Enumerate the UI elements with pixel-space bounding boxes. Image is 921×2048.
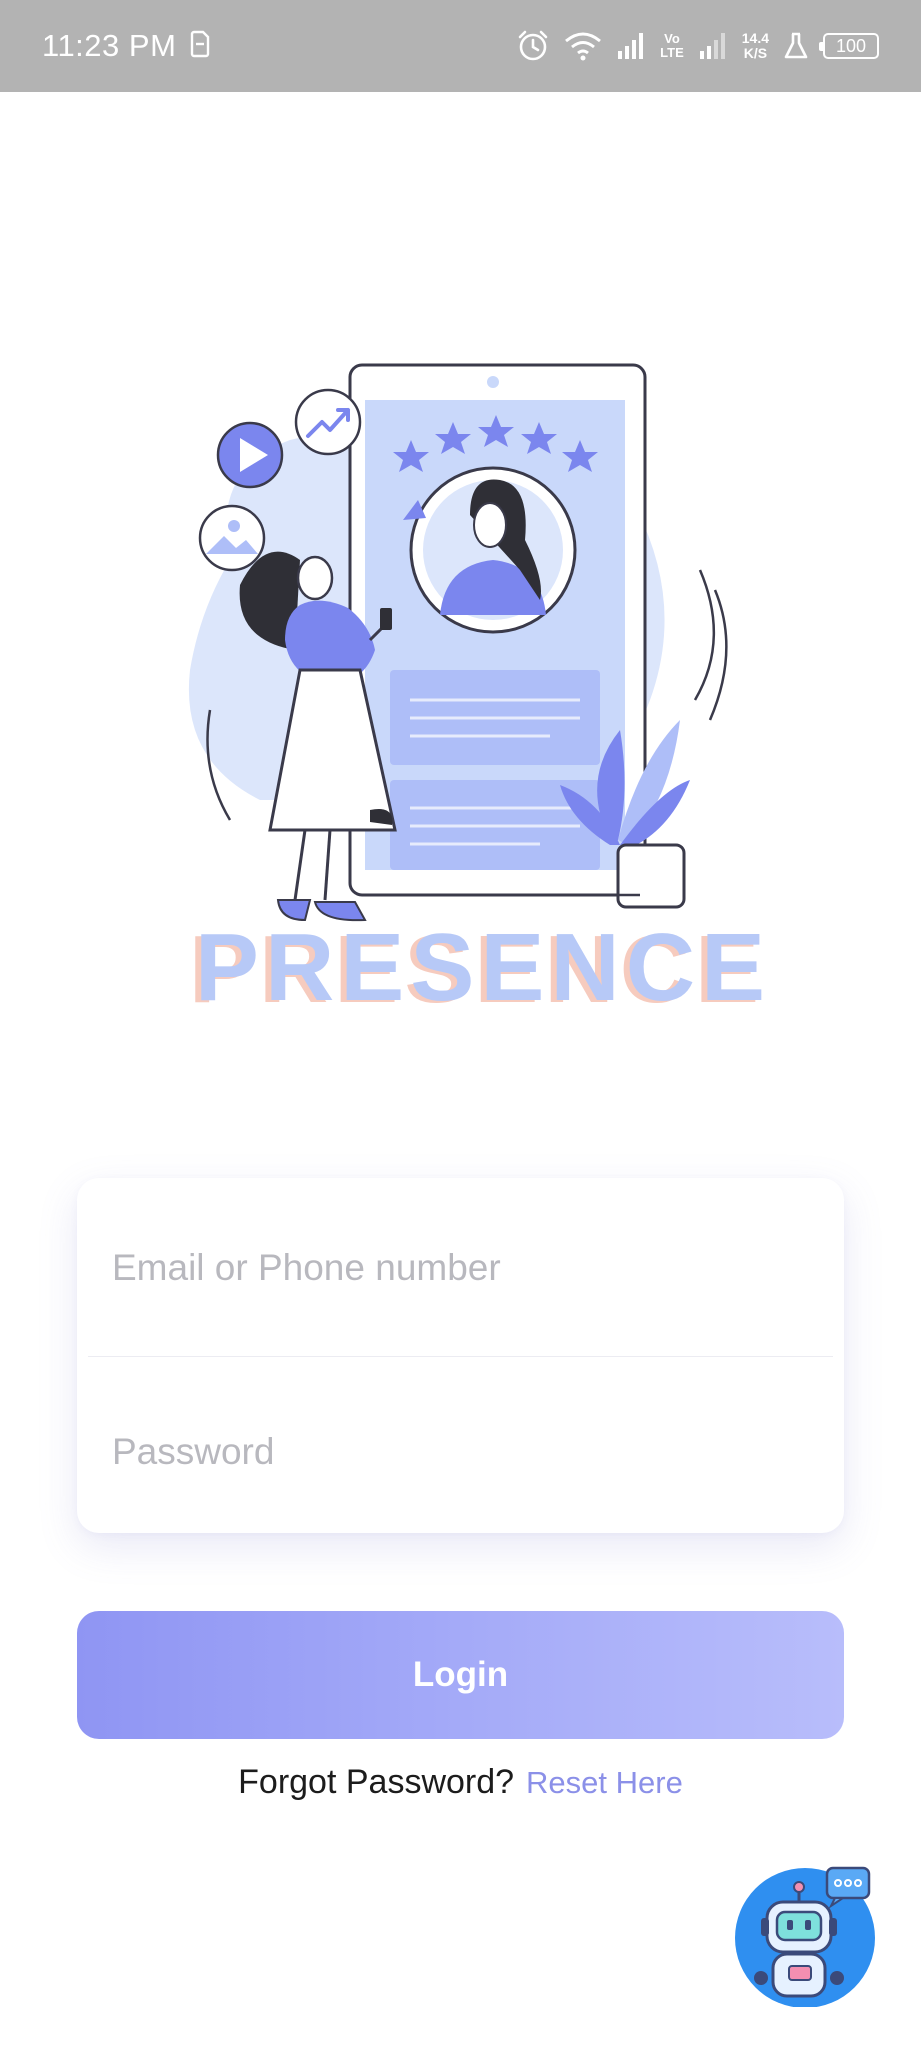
password-field-container	[77, 1368, 844, 1535]
wifi-icon	[565, 32, 602, 61]
forgot-password-row: Forgot Password? Reset Here	[0, 1763, 921, 1802]
reset-here-link[interactable]: Reset Here	[526, 1765, 683, 1801]
login-card	[77, 1178, 844, 1535]
battery-level: 100	[835, 35, 867, 56]
speed-value: 14.4	[741, 30, 769, 46]
brand-text: PRESENCE	[195, 914, 770, 1020]
battery-icon: 100	[819, 33, 879, 59]
signal-icon-2	[699, 33, 725, 59]
volte-top: Vo	[664, 31, 680, 46]
flask-icon	[784, 32, 808, 59]
sim-icon	[190, 30, 210, 58]
brand-wordmark: PRESENCE PRESENCE	[189, 914, 770, 1020]
hero-illustration: PRESENCE PRESENCE	[188, 363, 770, 1020]
status-icons: Vo LTE 14.4 K/S 100	[516, 24, 879, 68]
email-field[interactable]	[110, 1184, 804, 1351]
speed-unit: K/S	[743, 45, 768, 61]
status-time: 11:23 PM	[42, 28, 177, 63]
signal-icon	[618, 33, 644, 59]
chatbot-button[interactable]	[735, 1862, 880, 2007]
login-button[interactable]: Login	[77, 1611, 844, 1739]
network-speed: 14.4 K/S	[742, 31, 769, 61]
email-field-container	[77, 1184, 844, 1351]
image-icon	[198, 504, 266, 572]
field-divider	[88, 1356, 833, 1357]
password-field[interactable]	[110, 1368, 804, 1535]
volte-indicator: Vo LTE	[660, 32, 684, 60]
alarm-icon	[518, 30, 548, 61]
play-icon	[216, 421, 284, 489]
trend-icon	[294, 388, 362, 456]
forgot-password-text: Forgot Password?	[238, 1763, 515, 1801]
status-bar: 11:23 PM Vo LTE 14.4 K/S 100	[0, 0, 921, 92]
volte-bottom: LTE	[660, 45, 684, 60]
